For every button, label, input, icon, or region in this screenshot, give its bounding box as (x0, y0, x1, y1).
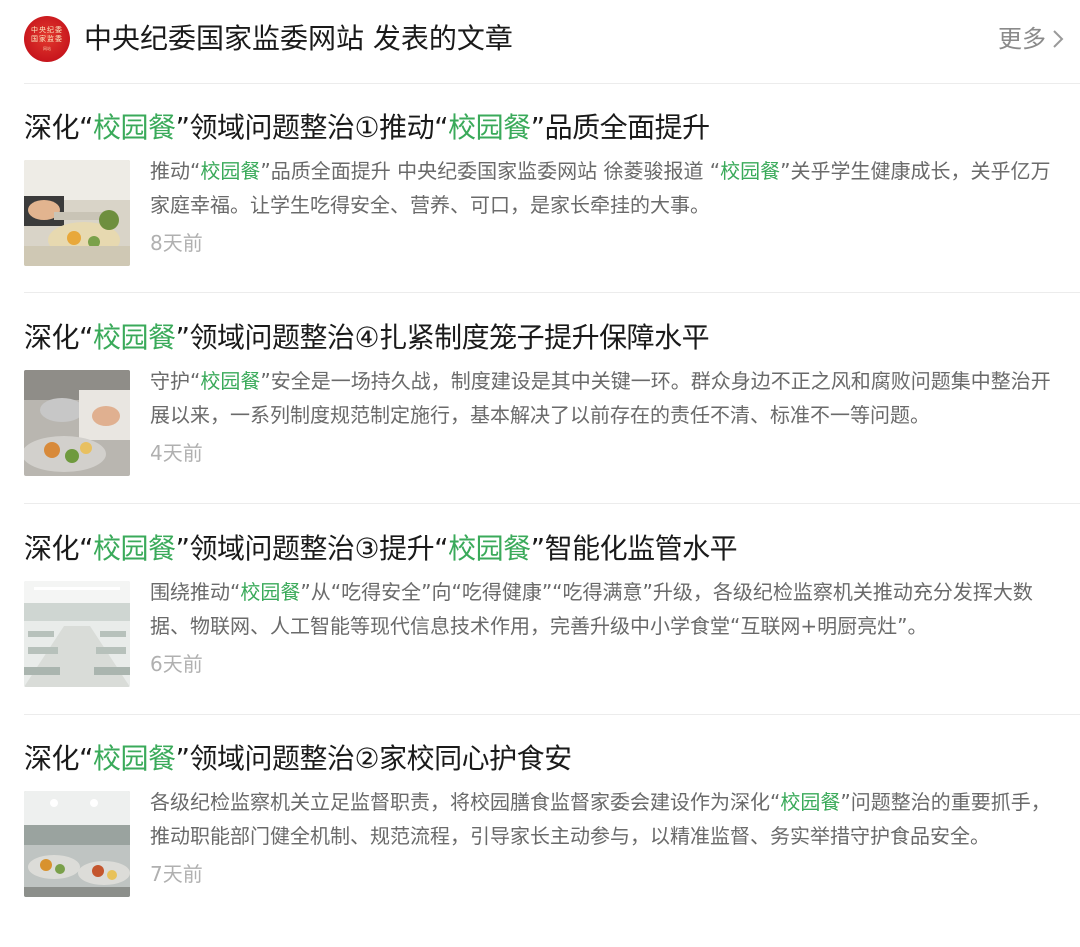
text-segment: ”安全是一场持久战，制度建设是其中关键一环。群众身边不正之风和腐败问题集中整治开… (150, 369, 1051, 427)
article-divider (24, 503, 1080, 504)
article-title: 深化“校园餐”领域问题整治④扎紧制度笼子提升保障水平 (24, 318, 710, 358)
article-summary: 守护“校园餐”安全是一场持久战，制度建设是其中关键一环。群众身边不正之风和腐败问… (150, 364, 1058, 432)
header-divider (24, 83, 1080, 84)
highlight-keyword: 校园餐 (93, 321, 176, 354)
text-segment: 深化“ (24, 532, 94, 565)
article-summary: 围绕推动“校园餐”从“吃得安全”向“吃得健康”“吃得满意”升级，各级纪检监察机关… (150, 575, 1058, 643)
page-title[interactable]: 中央纪委国家监委网站 发表的文章 (84, 18, 513, 60)
article-divider (24, 292, 1080, 293)
serving-food-photo-icon (24, 370, 130, 476)
text-segment: 推动“ (150, 159, 201, 183)
avatar-line-3: 网站 (43, 45, 51, 51)
text-segment: ”领域问题整治③提升“ (175, 532, 449, 565)
article-time: 7天前 (150, 862, 203, 886)
article-title: 深化“校园餐”领域问题整治②家校同心护食安 (24, 739, 572, 779)
highlight-keyword: 校园餐 (200, 369, 261, 393)
chevron-right-icon (1053, 30, 1064, 48)
text-segment: ”品质全面提升 (530, 111, 711, 144)
highlight-keyword: 校园餐 (93, 111, 176, 144)
highlight-keyword: 校园餐 (93, 532, 176, 565)
text-segment: 围绕推动“ (150, 580, 241, 604)
article-item[interactable]: 深化“校园餐”领域问题整治①推动“校园餐”品质全面提升 推动“校园餐”品质全面提… (0, 106, 1080, 316)
text-segment: 深化“ (24, 742, 94, 775)
text-segment: ”领域问题整治①推动“ (175, 111, 449, 144)
cafeteria-food-photo-icon (24, 160, 130, 266)
highlight-keyword: 校园餐 (448, 532, 531, 565)
more-label: 更多 (998, 25, 1046, 53)
highlight-keyword: 校园餐 (780, 790, 841, 814)
text-segment: ”领域问题整治④扎紧制度笼子提升保障水平 (175, 321, 710, 354)
article-summary: 推动“校园餐”品质全面提升 中央纪委国家监委网站 徐菱骏报道 “校园餐”关乎学生… (150, 154, 1058, 222)
highlight-keyword: 校园餐 (720, 159, 781, 183)
article-divider (24, 714, 1080, 715)
header: 中央纪委 国家监委 网站 中央纪委国家监委网站 发表的文章 更多 (0, 0, 1080, 82)
highlight-keyword: 校园餐 (448, 111, 531, 144)
canteen-hall-photo-icon (24, 581, 130, 687)
article-item[interactable]: 深化“校园餐”领域问题整治②家校同心护食安 各级纪检监察机关立足监督职责，将校园… (0, 737, 1080, 947)
text-segment: ”品质全面提升 中央纪委国家监委网站 徐菱骏报道 “ (260, 159, 721, 183)
article-summary: 各级纪检监察机关立足监督职责，将校园膳食监督家委会建设作为深化“校园餐”问题整治… (150, 785, 1058, 853)
text-segment: 守护“ (150, 369, 201, 393)
article-time: 4天前 (150, 441, 203, 465)
meal-trays-photo-icon (24, 791, 130, 897)
text-segment: 各级纪检监察机关立足监督职责，将校园膳食监督家委会建设作为深化“ (150, 790, 781, 814)
text-segment: ”领域问题整治②家校同心护食安 (175, 742, 573, 775)
article-time: 6天前 (150, 652, 203, 676)
article-item[interactable]: 深化“校园餐”领域问题整治④扎紧制度笼子提升保障水平 守护“校园餐”安全是一场持… (0, 316, 1080, 526)
avatar-line-2: 国家监委 (31, 34, 63, 43)
article-title: 深化“校园餐”领域问题整治③提升“校园餐”智能化监管水平 (24, 529, 738, 569)
article-time: 8天前 (150, 231, 203, 255)
account-avatar[interactable]: 中央纪委 国家监委 网站 (24, 16, 70, 62)
avatar-line-1: 中央纪委 (31, 25, 63, 34)
highlight-keyword: 校园餐 (200, 159, 261, 183)
highlight-keyword: 校园餐 (240, 580, 301, 604)
more-button[interactable]: 更多 (998, 22, 1064, 56)
text-segment: 深化“ (24, 321, 94, 354)
highlight-keyword: 校园餐 (93, 742, 176, 775)
article-title: 深化“校园餐”领域问题整治①推动“校园餐”品质全面提升 (24, 108, 710, 148)
text-segment: ”智能化监管水平 (530, 532, 738, 565)
text-segment: 深化“ (24, 111, 94, 144)
article-item[interactable]: 深化“校园餐”领域问题整治③提升“校园餐”智能化监管水平 围绕推动“校园餐”从“… (0, 527, 1080, 737)
